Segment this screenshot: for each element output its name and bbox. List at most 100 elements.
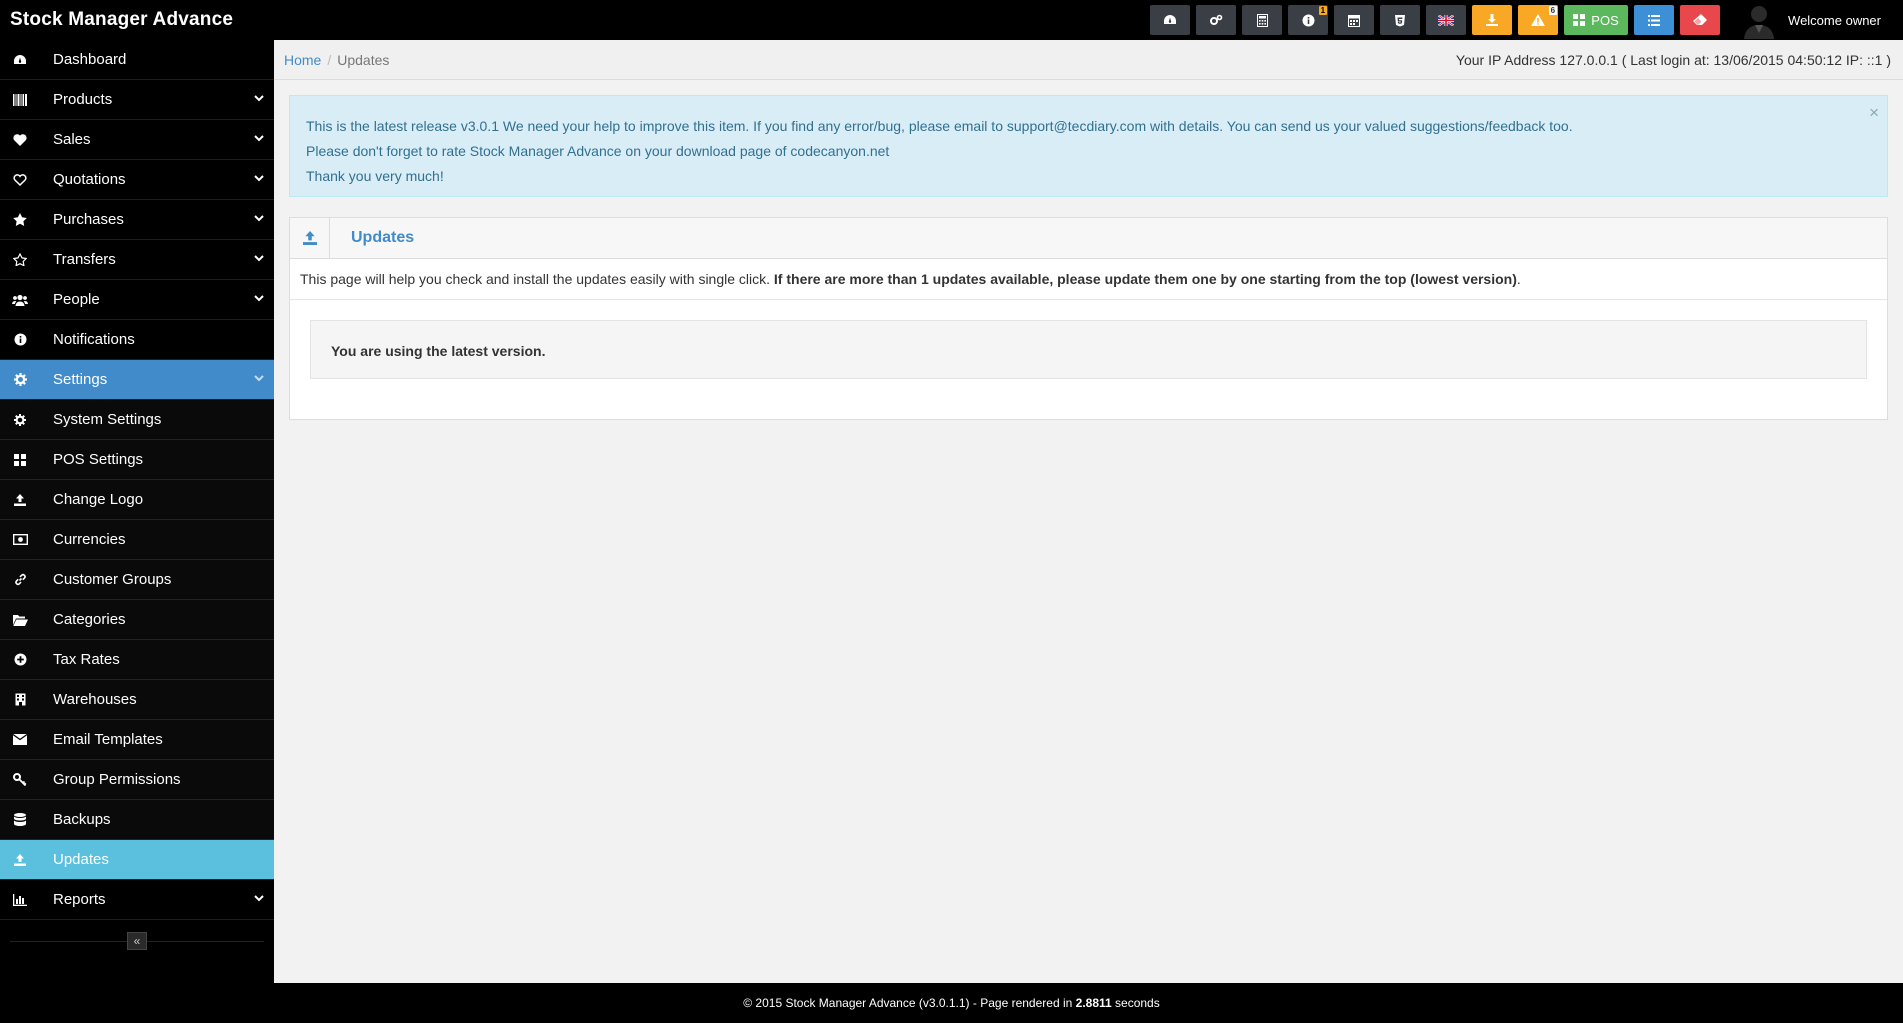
sidebar-subitem-updates[interactable]: Updates [0,840,274,880]
eraser-icon [1693,14,1708,25]
sidebar-item-label: Notifications [53,331,135,348]
ip-info: Your IP Address 127.0.0.1 ( Last login a… [1455,52,1891,68]
intro-bold-text: If there are more than 1 updates availab… [773,271,1517,287]
sidebar-item-notifications[interactable]: Notifications [0,320,274,360]
footer-prefix: © 2015 Stock Manager Advance (v3.0.1.1) … [743,996,1073,1010]
heart-icon [12,132,28,148]
alert-line-3: Thank you very much! [306,168,444,184]
pos-button[interactable]: POS [1564,5,1629,35]
alerts-count-badge: 6 [1548,6,1558,15]
sidebar: Dashboard Products Sales Quotations Purc… [0,40,274,983]
database-icon [12,812,28,828]
key-icon [12,772,28,788]
top-header: Stock Manager Advance 1 6 POS Welcome ow… [0,0,1903,40]
bar-chart-icon [12,892,28,908]
download-icon [1486,14,1499,26]
render-time: 2.8811 [1075,996,1112,1010]
sidebar-subitem-system-settings[interactable]: System Settings [0,400,274,440]
link-icon [12,572,28,588]
box-header: Updates [290,218,1887,259]
footer-suffix: seconds [1115,996,1160,1010]
calendar-button[interactable] [1334,5,1375,35]
close-icon[interactable]: × [1869,100,1879,125]
sidebar-item-settings[interactable]: Settings [0,360,274,400]
star-outline-icon [12,252,28,268]
chevron-down-icon [254,895,264,902]
download-button[interactable] [1472,5,1513,35]
pos-label: POS [1591,12,1619,28]
app-title[interactable]: Stock Manager Advance [10,9,233,31]
upload-icon [12,492,28,508]
html5-button[interactable] [1380,5,1421,35]
sidebar-collapse-button[interactable]: « [127,932,147,950]
sidebar-subitem-categories[interactable]: Categories [0,600,274,640]
sidebar-item-label: Purchases [53,211,124,228]
info-icon [12,332,28,348]
clear-button[interactable] [1680,5,1721,35]
sidebar-item-label: Updates [53,851,109,868]
avatar [1740,1,1778,39]
settings-button[interactable] [1196,5,1237,35]
dashboard-icon [12,52,28,68]
gear-icon [12,372,28,388]
star-icon [12,212,28,228]
calculator-button[interactable] [1242,5,1283,35]
sidebar-subitem-pos-settings[interactable]: POS Settings [0,440,274,480]
sidebar-item-label: Change Logo [53,491,144,508]
gear-icon [12,412,28,428]
welcome-text: Welcome owner [1788,12,1881,28]
updates-intro: This page will help you check and instal… [290,259,1887,300]
sidebar-item-reports[interactable]: Reports [0,880,274,920]
update-status: You are using the latest version. [310,320,1867,379]
sidebar-subitem-group-permissions[interactable]: Group Permissions [0,760,274,800]
list-icon [1648,14,1661,26]
sidebar-subitem-change-logo[interactable]: Change Logo [0,480,274,520]
uk-flag-icon [1438,14,1455,26]
chevron-down-icon [254,135,264,142]
sidebar-item-label: Warehouses [53,691,137,708]
user-silhouette-icon [1744,6,1775,39]
sidebar-item-label: Settings [53,371,108,388]
sidebar-item-label: Reports [53,891,106,908]
language-button[interactable] [1426,5,1467,35]
sidebar-item-label: People [53,291,100,308]
info-button[interactable]: 1 [1288,5,1329,35]
sidebar-item-people[interactable]: People [0,280,274,320]
alerts-button[interactable]: 6 [1518,5,1559,35]
envelope-icon [12,732,28,748]
sidebar-item-quotations[interactable]: Quotations [0,160,274,200]
sidebar-item-label: Categories [53,611,126,628]
sidebar-item-label: Transfers [53,251,116,268]
sidebar-item-label: Products [53,91,113,108]
breadcrumb-home-link[interactable]: Home [284,52,321,68]
release-info-alert: × This is the latest release v3.0.1 We n… [289,95,1888,197]
sidebar-subitem-backups[interactable]: Backups [0,800,274,840]
dashboard-button[interactable] [1150,5,1191,35]
sidebar-subitem-customer-groups[interactable]: Customer Groups [0,560,274,600]
sidebar-subitem-warehouses[interactable]: Warehouses [0,680,274,720]
gears-icon [1210,14,1223,25]
sidebar-item-products[interactable]: Products [0,80,274,120]
chevron-down-icon [254,255,264,262]
building-icon [12,692,28,708]
chevron-down-icon [254,175,264,182]
sidebar-item-label: Quotations [53,171,126,188]
plus-circle-icon [12,652,28,668]
sidebar-item-dashboard[interactable]: Dashboard [0,40,274,80]
sidebar-subitem-currencies[interactable]: Currencies [0,520,274,560]
list-button[interactable] [1634,5,1675,35]
sidebar-subitem-email-templates[interactable]: Email Templates [0,720,274,760]
sidebar-item-purchases[interactable]: Purchases [0,200,274,240]
sidebar-item-label: Currencies [53,531,126,548]
sidebar-item-transfers[interactable]: Transfers [0,240,274,280]
chevron-down-icon [254,95,264,102]
user-menu[interactable]: Welcome owner [1726,0,1903,40]
breadcrumb: Home / Updates [284,52,389,68]
users-icon [12,292,28,308]
sidebar-item-sales[interactable]: Sales [0,120,274,160]
sidebar-item-label: System Settings [53,411,162,428]
folder-open-icon [12,612,28,628]
upload-icon [290,218,330,258]
dashboard-icon [1164,15,1177,24]
sidebar-subitem-tax-rates[interactable]: Tax Rates [0,640,274,680]
